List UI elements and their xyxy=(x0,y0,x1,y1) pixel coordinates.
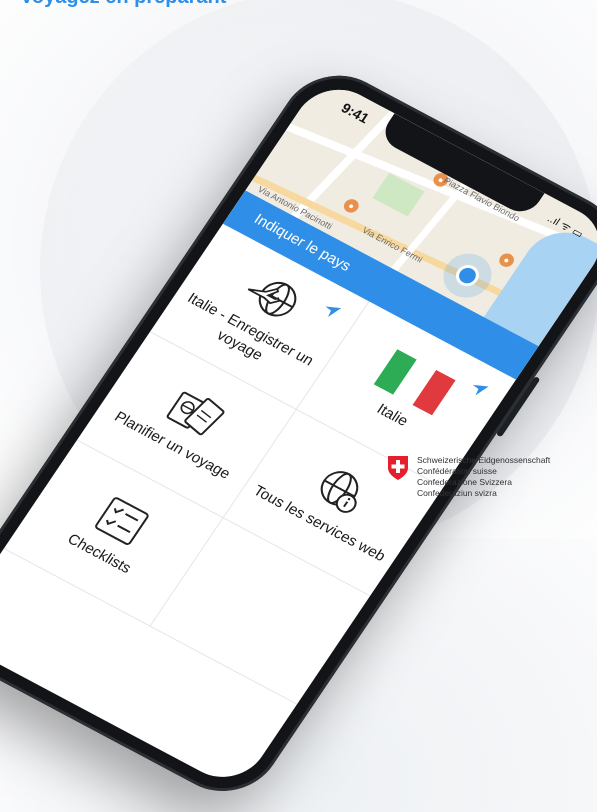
location-arrow-icon xyxy=(472,384,489,396)
page-headline: Voyagez en préparant xyxy=(20,0,226,9)
logo-line: Confédération suisse xyxy=(417,466,497,476)
location-arrow-icon xyxy=(325,306,342,317)
swiss-logo-text: Schweizerische Eidgenossenschaft Confédé… xyxy=(417,455,550,499)
logo-line: Schweizerische Eidgenossenschaft xyxy=(417,455,551,465)
logo-line: Confederazione Svizzera xyxy=(417,477,512,487)
swiss-confederation-logo: Schweizerische Eidgenossenschaft Confédé… xyxy=(387,455,550,499)
logo-line: Confederaziun svizra xyxy=(417,488,497,498)
swiss-shield-icon xyxy=(388,456,408,480)
map-poi-icon: ● xyxy=(341,196,362,216)
map-poi-icon: ● xyxy=(496,251,517,270)
